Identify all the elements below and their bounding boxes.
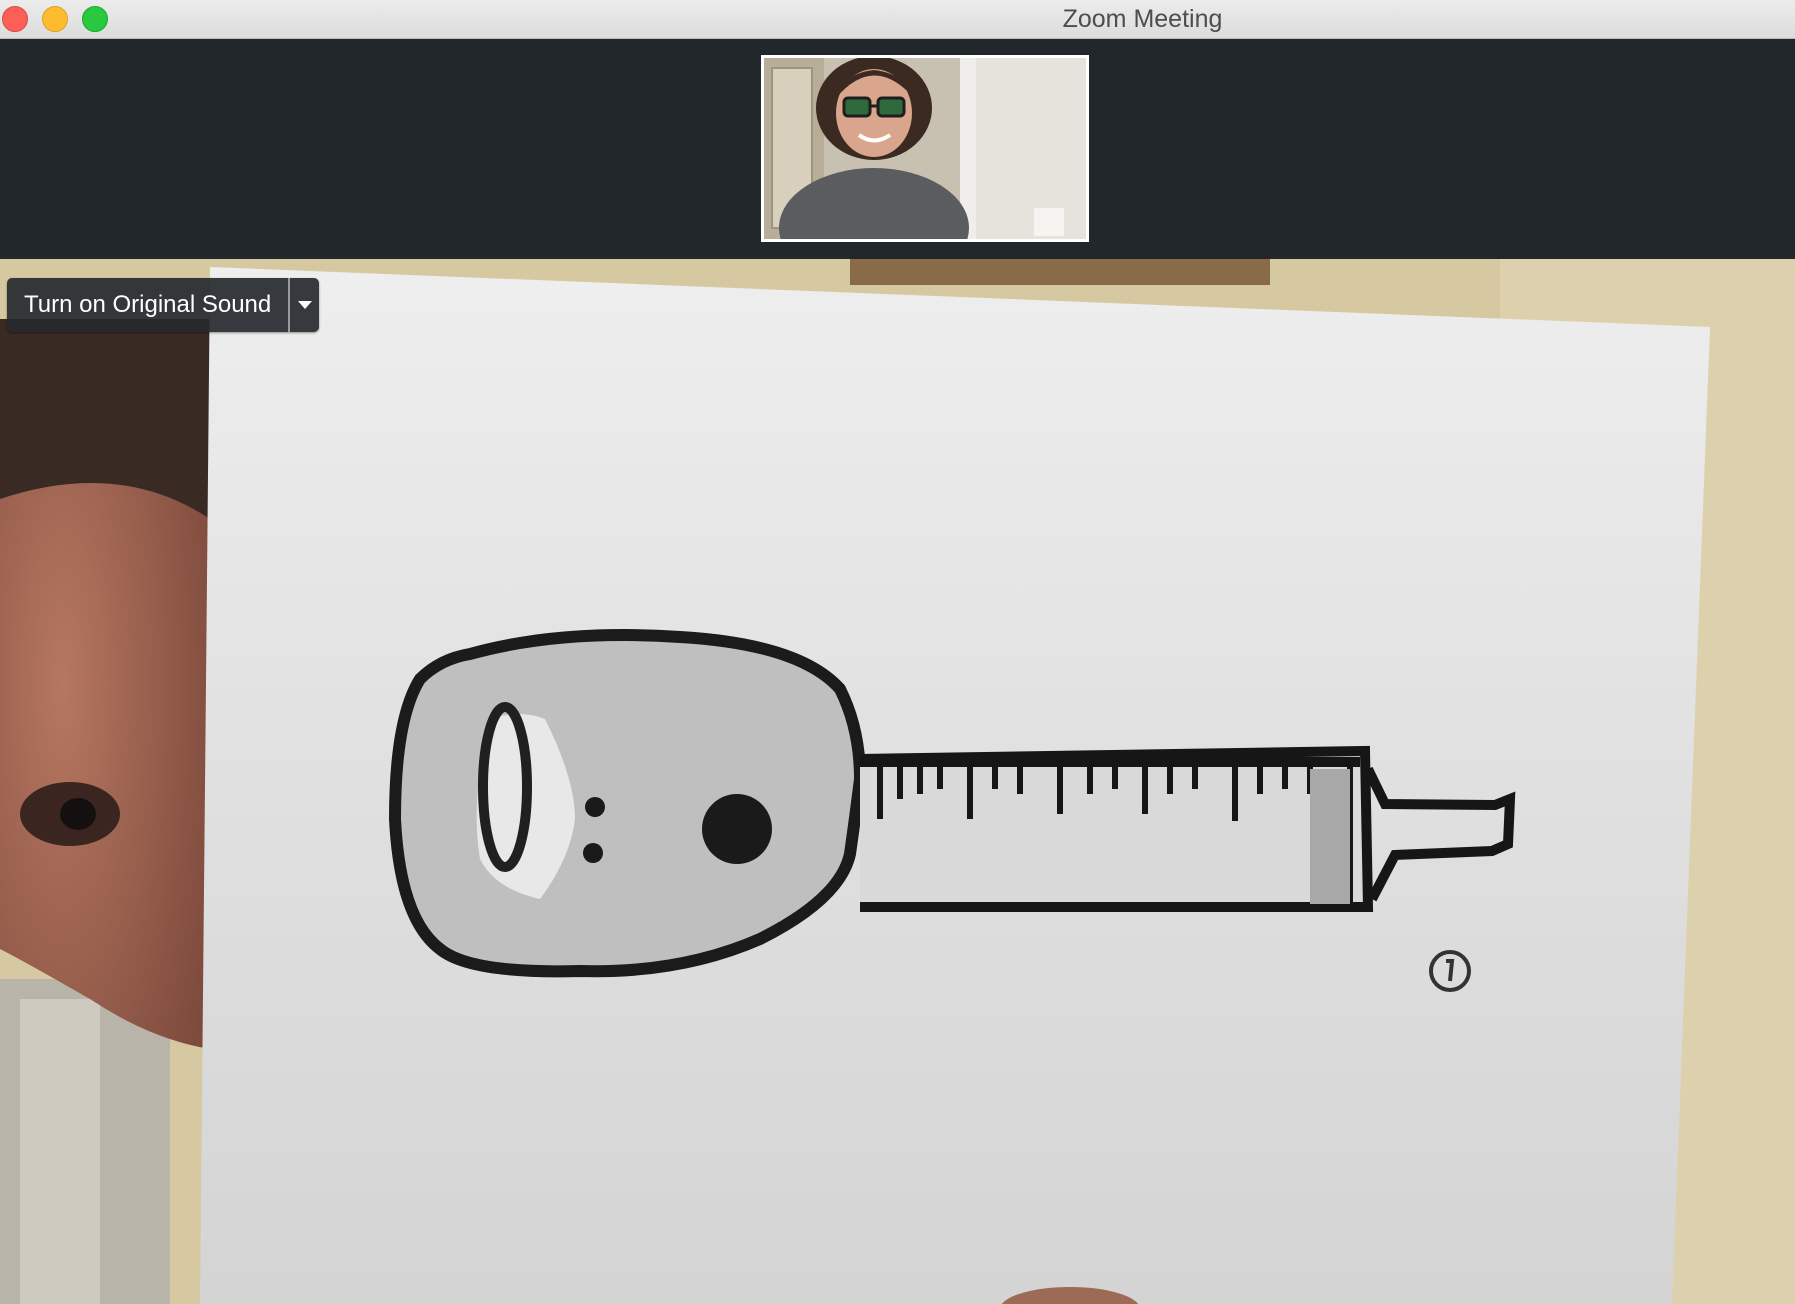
- participant-strip: [0, 39, 1795, 259]
- participant-video-thumbnail[interactable]: [761, 55, 1089, 242]
- title-bar: Zoom Meeting: [0, 0, 1795, 39]
- window-title: Zoom Meeting: [1062, 5, 1223, 33]
- chevron-down-icon: [297, 301, 312, 309]
- original-sound-dropdown-button[interactable]: [288, 278, 320, 332]
- participant-video-image: [764, 58, 1086, 239]
- original-sound-control: Turn on Original Sound: [7, 278, 320, 332]
- main-video[interactable]: [0, 259, 1795, 1304]
- turn-on-original-sound-button[interactable]: Turn on Original Sound: [7, 278, 289, 332]
- shared-drawing-image: [0, 259, 1795, 1304]
